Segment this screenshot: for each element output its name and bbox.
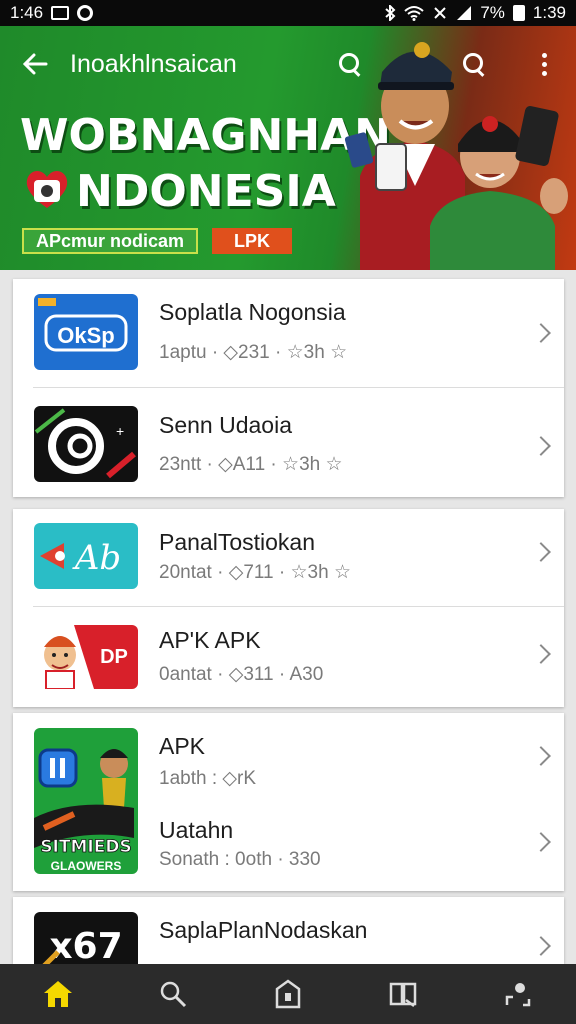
icon-text: Ab — [72, 538, 121, 578]
image-notification-icon — [51, 6, 70, 20]
battery-icon — [512, 5, 525, 21]
back-button[interactable] — [0, 26, 70, 102]
app-card-4: x67 SaplaPlanNodaskan — [13, 897, 564, 964]
home-icon — [43, 981, 72, 1007]
vibrate-icon — [434, 7, 447, 19]
toolbar-title: Inoakhlnsaican — [70, 49, 237, 78]
nav-library[interactable] — [346, 964, 461, 1024]
list-item[interactable]: Ab PanalTostiokan 20ntat · ◇711 · ☆3h ☆ — [13, 509, 564, 607]
x67-icon: x67 — [34, 912, 138, 964]
nav-profile[interactable] — [461, 964, 576, 1024]
app-meta: 20ntat · ◇711 · ☆3h ☆ — [159, 562, 351, 583]
list-item[interactable]: DP AP'K APK 0antat · ◇311 · A30 — [13, 607, 564, 707]
nav-store[interactable] — [230, 964, 345, 1024]
list-item[interactable]: Uatahn Sonath : 0oth · 330 — [13, 801, 564, 891]
banner-tag-red: LPK — [212, 228, 292, 254]
nav-search[interactable] — [115, 964, 230, 1024]
app-name: SaplaPlanNodaskan — [159, 917, 368, 943]
nav-home[interactable] — [0, 964, 115, 1024]
oksp-icon: OkSp — [34, 294, 138, 370]
battery-percent: 7% — [480, 3, 505, 22]
svg-text:+: + — [116, 423, 124, 439]
signal-icon — [457, 6, 472, 20]
ab-icon: Ab — [34, 523, 138, 589]
app-card-1: OkSp Soplatla Nogonsia 1aptu · ◇231 · ☆3… — [13, 279, 564, 497]
app-name: Soplatla Nogonsia — [159, 299, 346, 325]
app-card-2: Ab PanalTostiokan 20ntat · ◇711 · ☆3h ☆ … — [13, 509, 564, 707]
list-item[interactable]: APK 1abth : ◇rK — [13, 713, 564, 801]
app-name: PanalTostiokan — [159, 529, 315, 555]
banner-subheadline: NDONESIA — [76, 166, 336, 217]
app-meta: 23ntt · ◇A11 · ☆3h ☆ — [159, 454, 343, 475]
app-card-3: SITMIEDS GLAOWERS APK 1abth : ◇rK Uatahn… — [13, 713, 564, 891]
chevron-right-icon — [531, 832, 551, 852]
bottom-navigation — [0, 964, 576, 1024]
app-meta: 0antat · ◇311 · A30 — [159, 664, 324, 685]
banner-headline: WOBNAGNHAN — [20, 110, 391, 161]
app-name: Senn Udaoia — [159, 412, 292, 438]
wifi-icon — [404, 6, 424, 21]
status-time-left: 1:46 — [10, 3, 44, 22]
search-icon — [160, 981, 186, 1008]
status-bar: 1:46 7% 1:39 — [0, 0, 576, 26]
heart-logo-icon — [26, 171, 68, 208]
status-time-right: 1:39 — [532, 3, 566, 22]
profile-icon — [506, 983, 531, 1007]
chevron-right-icon — [531, 323, 551, 343]
list-item[interactable]: + Senn Udaoia 23ntt · ◇A11 · ☆3h ☆ — [13, 388, 564, 497]
chevron-right-icon — [531, 746, 551, 766]
header-banner: Inoakhlnsaican WOBNAGNHAN NDONESIA APcmu… — [0, 26, 576, 270]
bluetooth-icon — [385, 5, 396, 21]
chevron-right-icon — [531, 644, 551, 664]
chevron-right-icon — [531, 542, 551, 562]
app-notification-icon — [77, 5, 94, 21]
chevron-right-icon — [531, 436, 551, 456]
app-meta: 1abth : ◇rK — [159, 768, 256, 789]
icon-text: x67 — [49, 926, 122, 964]
chevron-right-icon — [531, 936, 551, 956]
mascot-icon: DP — [34, 625, 138, 689]
list-item[interactable]: OkSp Soplatla Nogonsia 1aptu · ◇231 · ☆3… — [13, 279, 564, 388]
list-item[interactable]: x67 SaplaPlanNodaskan — [13, 897, 564, 964]
store-icon — [275, 979, 301, 1009]
back-arrow-icon — [22, 53, 48, 75]
app-meta: 1aptu · ◇231 · ☆3h ☆ — [159, 342, 348, 363]
app-name: AP'K APK — [159, 627, 261, 653]
app-name: Uatahn — [159, 817, 234, 843]
app-meta: Sonath : 0oth · 330 — [159, 849, 321, 870]
icon-text: OkSp — [57, 323, 114, 348]
app-name: APK — [159, 733, 206, 759]
book-icon — [389, 982, 417, 1007]
c-logo-icon: + — [34, 406, 138, 482]
banner-people-illustration — [344, 42, 568, 270]
icon-text: DP — [100, 646, 128, 668]
banner-tag-green: APcmur nodicam — [22, 228, 199, 254]
